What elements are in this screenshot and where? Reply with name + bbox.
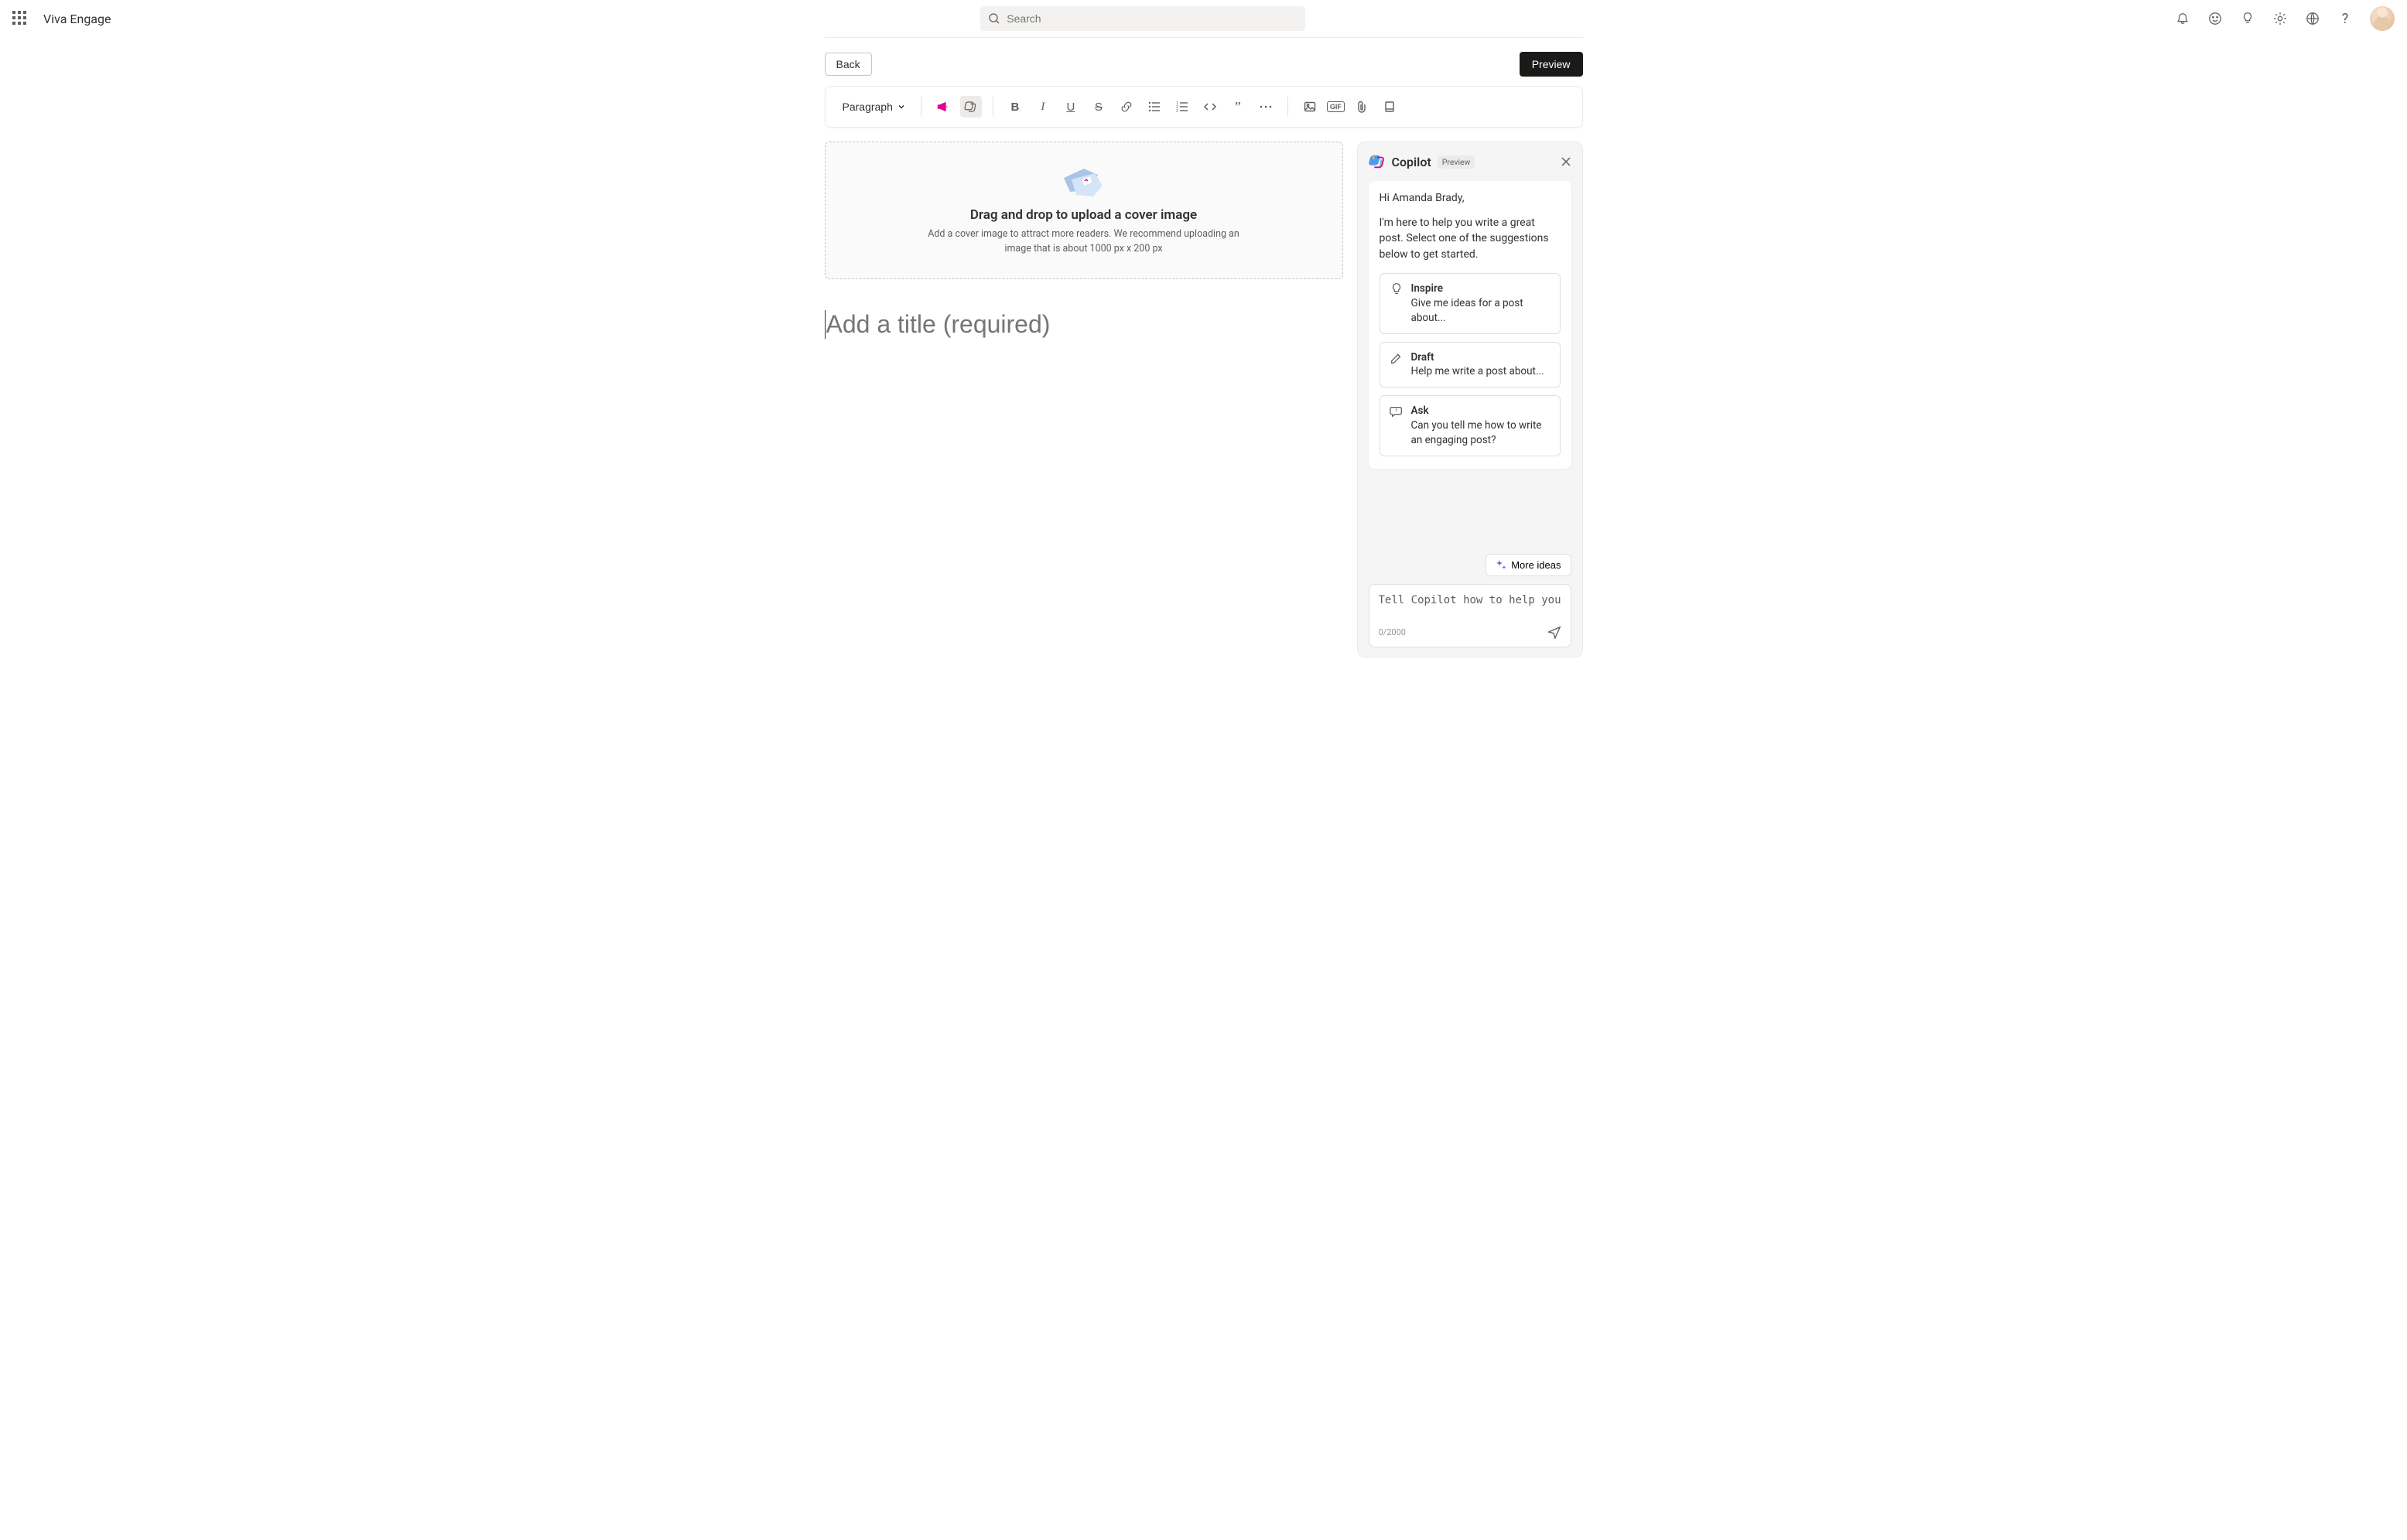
- action-row: Back Preview: [825, 46, 1583, 86]
- megaphone-icon: [936, 101, 950, 113]
- brand-label: Viva Engage: [43, 12, 111, 26]
- avatar[interactable]: [2370, 6, 2395, 31]
- strikethrough-button[interactable]: S: [1088, 96, 1109, 118]
- waffle-icon[interactable]: [12, 11, 28, 26]
- gear-icon[interactable]: [2272, 11, 2288, 26]
- copilot-intro: I'm here to help you write a great post.…: [1380, 215, 1561, 262]
- dropzone-subtitle: Add a cover image to attract more reader…: [921, 227, 1246, 257]
- search-input[interactable]: [1007, 12, 1298, 25]
- paperclip-icon: [1356, 101, 1367, 113]
- link-icon: [1120, 101, 1133, 113]
- copilot-toggle-button[interactable]: [960, 96, 982, 118]
- overflow-button[interactable]: [1255, 96, 1277, 118]
- emoji-icon[interactable]: [2207, 11, 2223, 26]
- back-button[interactable]: Back: [825, 53, 872, 76]
- suggestion-ask-title: Ask: [1411, 405, 1429, 417]
- bold-button[interactable]: B: [1004, 96, 1026, 118]
- code-button[interactable]: [1199, 96, 1221, 118]
- close-icon[interactable]: [1561, 156, 1571, 167]
- char-count: 0/2000: [1379, 627, 1406, 637]
- sparkle-icon: [1496, 560, 1506, 571]
- suggestion-inspire[interactable]: Inspire Give me ideas for a post about..…: [1380, 273, 1561, 334]
- preview-button[interactable]: Preview: [1520, 52, 1583, 77]
- more-ideas-label: More ideas: [1511, 559, 1561, 571]
- header-icons: ?: [2175, 6, 2395, 31]
- globe-icon[interactable]: [2305, 11, 2320, 26]
- copilot-input[interactable]: [1379, 594, 1561, 611]
- suggestion-ask-desc: Can you tell me how to write an engaging…: [1411, 419, 1542, 446]
- chat-icon: ?: [1390, 405, 1404, 418]
- copilot-panel: Copilot Preview Hi Amanda Brady, I'm her…: [1357, 142, 1583, 657]
- search-box[interactable]: [980, 6, 1305, 31]
- send-button[interactable]: [1547, 625, 1561, 639]
- book-icon: [1383, 101, 1396, 113]
- code-icon: [1204, 101, 1216, 113]
- underline-button[interactable]: U: [1060, 96, 1082, 118]
- announcement-button[interactable]: [932, 96, 954, 118]
- image-button[interactable]: [1299, 96, 1321, 118]
- paragraph-label: Paragraph: [843, 101, 893, 113]
- paragraph-style-dropdown[interactable]: Paragraph: [838, 97, 910, 116]
- copilot-input-box: 0/2000: [1369, 584, 1571, 647]
- cover-dropzone[interactable]: Drag and drop to upload a cover image Ad…: [825, 142, 1343, 279]
- suggestion-inspire-desc: Give me ideas for a post about...: [1411, 297, 1523, 324]
- gif-button[interactable]: GIF: [1327, 101, 1345, 112]
- attachment-button[interactable]: [1351, 96, 1373, 118]
- book-button[interactable]: [1379, 96, 1400, 118]
- suggestion-draft-title: Draft: [1411, 351, 1434, 364]
- send-icon: [1547, 625, 1561, 639]
- app-header: Viva Engage ?: [0, 0, 2407, 37]
- numbered-list-icon: 123: [1176, 101, 1188, 113]
- lightbulb-icon: [1390, 282, 1404, 296]
- image-icon: [1304, 101, 1316, 113]
- svg-text:?: ?: [1395, 408, 1397, 414]
- copilot-icon: [964, 100, 978, 114]
- search-icon: [988, 12, 1000, 25]
- pencil-icon: [1390, 351, 1404, 365]
- suggestion-draft[interactable]: Draft Help me write a post about...: [1380, 342, 1561, 388]
- overflow-icon: [1260, 105, 1272, 108]
- bullet-list-button[interactable]: [1144, 96, 1165, 118]
- copilot-logo-icon: [1369, 153, 1386, 170]
- editor-toolbar: Paragraph B I U S 123 ”: [825, 86, 1583, 128]
- dropzone-title: Drag and drop to upload a cover image: [841, 207, 1327, 223]
- chevron-down-icon: [897, 103, 905, 111]
- copilot-greeting: Hi Amanda Brady,: [1380, 192, 1561, 204]
- more-ideas-button[interactable]: More ideas: [1486, 554, 1571, 576]
- link-button[interactable]: [1116, 96, 1137, 118]
- suggestion-ask[interactable]: ? Ask Can you tell me how to write an en…: [1380, 395, 1561, 456]
- search-wrap: [126, 6, 2159, 31]
- copilot-badge: Preview: [1438, 155, 1475, 169]
- copilot-title: Copilot: [1392, 155, 1431, 169]
- title-input[interactable]: [825, 310, 1343, 339]
- lightbulb-icon[interactable]: [2240, 11, 2255, 26]
- help-icon[interactable]: ?: [2337, 11, 2353, 26]
- quote-button[interactable]: ”: [1227, 96, 1249, 118]
- italic-button[interactable]: I: [1032, 96, 1054, 118]
- numbered-list-button[interactable]: 123: [1171, 96, 1193, 118]
- bell-icon[interactable]: [2175, 11, 2190, 26]
- upload-illustration-icon: [1061, 162, 1107, 200]
- suggestion-draft-desc: Help me write a post about...: [1411, 365, 1544, 377]
- suggestion-inspire-title: Inspire: [1411, 282, 1443, 295]
- svg-text:3: 3: [1176, 109, 1178, 113]
- bullet-list-icon: [1148, 101, 1161, 113]
